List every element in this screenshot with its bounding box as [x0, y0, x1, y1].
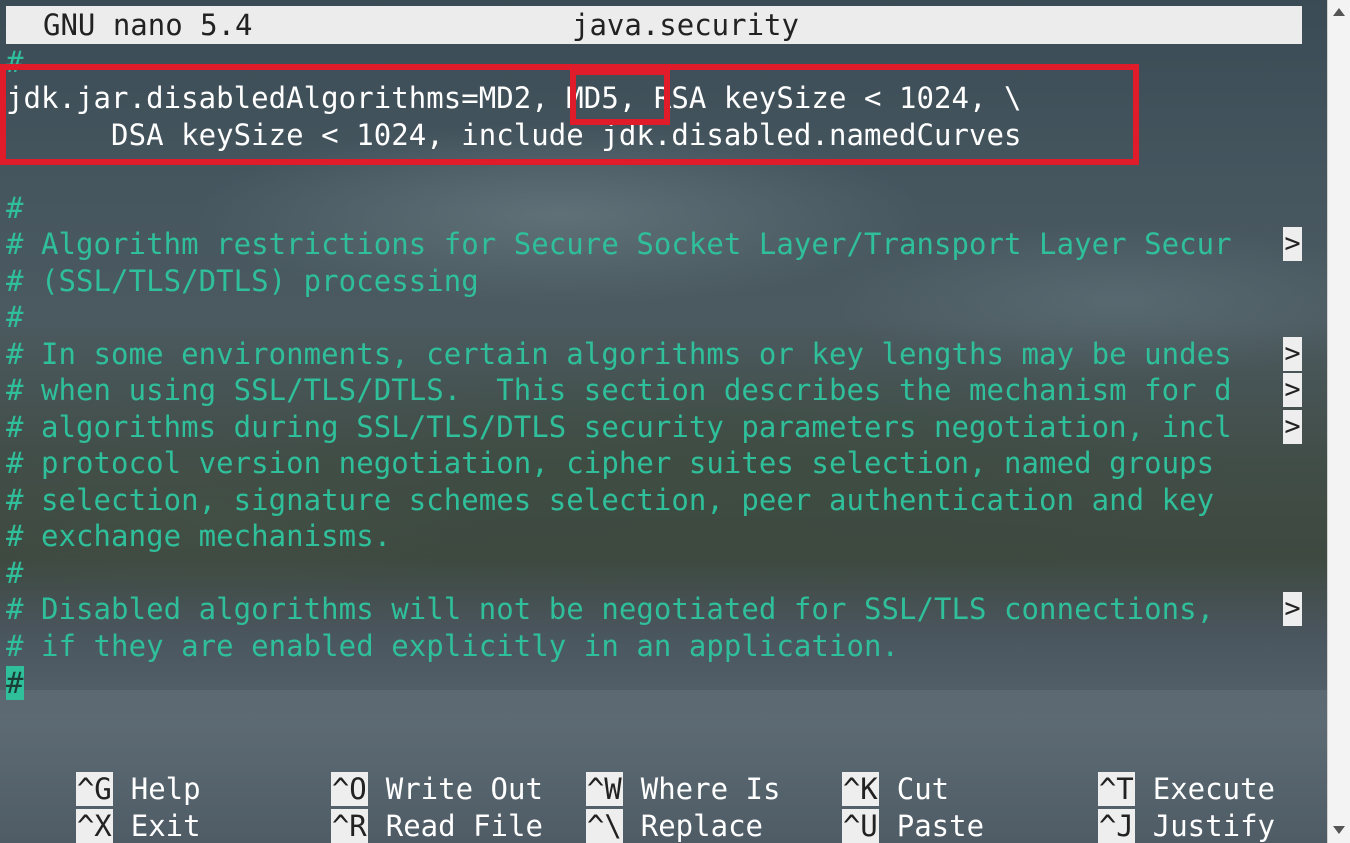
editor-line[interactable]: # when using SSL/TLS/DTLS. This section … — [6, 372, 1232, 408]
editor-name: GNU nano 5.4 — [43, 8, 253, 42]
shortcut-read-file[interactable]: ^R Read File — [261, 775, 543, 843]
shortcut-where-is[interactable]: ^W Where Is — [516, 738, 780, 806]
shortcut-label: Justify — [1152, 809, 1275, 843]
line-overflow-marker: > — [1283, 373, 1302, 407]
editor-line[interactable]: # Algorithm restrictions for Secure Sock… — [6, 226, 1232, 262]
nano-title-bar: GNU nano 5.4 java.security — [6, 6, 1302, 44]
editor-line[interactable]: # In some environments, certain algorith… — [6, 336, 1232, 372]
editor-line[interactable]: # (SSL/TLS/DTLS) processing — [6, 263, 479, 299]
highlight-box-md5 — [570, 69, 670, 125]
shortcut-justify[interactable]: ^J Justify — [1028, 775, 1275, 843]
shortcut-exit[interactable]: ^X Exit — [6, 775, 201, 843]
editor-line[interactable]: # selection, signature schemes selection… — [6, 482, 1214, 518]
shortcut-execute[interactable]: ^T Execute — [1028, 738, 1275, 806]
shortcut-label: Paste — [896, 809, 985, 843]
shortcut-key: ^R — [330, 809, 368, 843]
line-overflow-marker: > — [1283, 410, 1302, 444]
vertical-scrollbar[interactable] — [1327, 0, 1350, 843]
file-name: java.security — [572, 8, 799, 42]
shortcut-write-out[interactable]: ^O Write Out — [261, 738, 543, 806]
line-overflow-marker: > — [1283, 592, 1302, 626]
shortcut-help[interactable]: ^G Help — [6, 738, 201, 806]
shortcut-key: ^\ — [585, 809, 623, 843]
terminal-window: GNU nano 5.4 java.security # jdk.jar.dis… — [0, 0, 1327, 843]
line-overflow-marker: > — [1283, 227, 1302, 261]
scroll-up-arrow-icon[interactable] — [1333, 8, 1345, 16]
shortcut-key: ^X — [75, 809, 113, 843]
editor-line[interactable]: # — [6, 190, 24, 226]
shortcut-key: ^U — [841, 809, 879, 843]
shortcut-replace[interactable]: ^\ Replace — [516, 775, 763, 843]
editor-line[interactable]: # — [6, 299, 24, 335]
text-cursor[interactable]: # — [6, 666, 24, 700]
shortcut-key: ^J — [1097, 809, 1135, 843]
editor-line[interactable]: # exchange mechanisms. — [6, 518, 391, 554]
editor-line[interactable]: # protocol version negotiation, cipher s… — [6, 445, 1214, 481]
editor-line[interactable]: # — [6, 555, 24, 591]
shortcut-cut[interactable]: ^K Cut — [772, 738, 949, 806]
editor-line[interactable]: # if they are enabled explicitly in an a… — [6, 628, 899, 664]
editor-line[interactable]: # Disabled algorithms will not be negoti… — [6, 591, 1232, 627]
shortcut-label: Replace — [640, 809, 763, 843]
scroll-down-arrow-icon[interactable] — [1333, 826, 1345, 834]
line-overflow-marker: > — [1283, 337, 1302, 371]
editor-line[interactable]: # algorithms during SSL/TLS/DTLS securit… — [6, 409, 1232, 445]
shortcut-label: Exit — [130, 809, 201, 843]
shortcut-paste[interactable]: ^U Paste — [772, 775, 984, 843]
